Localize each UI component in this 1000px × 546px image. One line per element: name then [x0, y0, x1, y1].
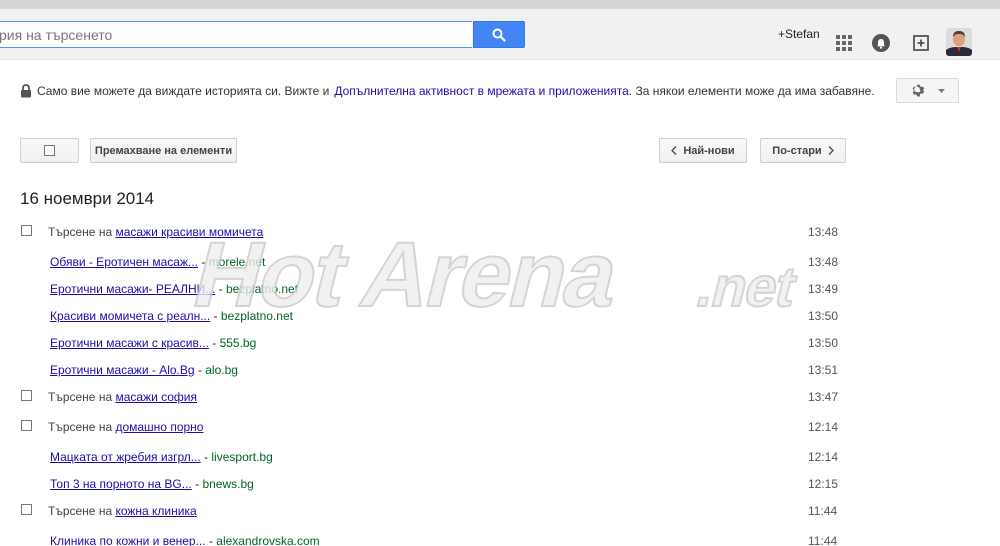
- search-box[interactable]: [0, 21, 472, 48]
- checkbox[interactable]: [44, 145, 55, 156]
- date-heading: 16 ноември 2014: [20, 189, 155, 208]
- history-result-row: Еротични масажи с красив... - 555.bg 13:…: [0, 333, 840, 353]
- result-title-link[interactable]: Мацката от жребия изгрл...: [50, 450, 201, 464]
- time-label: 12:15: [808, 477, 839, 491]
- history-result-row: Еротични масажи- РЕАЛНИ... - bezplatno.n…: [0, 279, 840, 299]
- result-domain: livesport.bg: [211, 450, 273, 464]
- result-domain: bezplatno.net: [220, 309, 293, 323]
- result-title-link[interactable]: Клиника по кожни и венер...: [50, 534, 206, 546]
- history-result-row: Красиви момичета с реалн... - bezplatno.…: [0, 306, 840, 326]
- settings-button[interactable]: [896, 78, 959, 103]
- newer-label: Най-нови: [683, 144, 735, 157]
- query-link[interactable]: масажи красиви момичета: [115, 225, 263, 239]
- result-title-link[interactable]: Топ 3 на порното на BG...: [50, 477, 192, 491]
- query-link[interactable]: масажи софия: [115, 390, 197, 404]
- result-domain: 555.bg: [219, 336, 257, 350]
- notifications-icon[interactable]: [872, 34, 890, 52]
- time-label: 12:14: [808, 420, 839, 434]
- time-label: 13:50: [808, 336, 839, 350]
- query-text: Търсене на масажи красиви момичета: [48, 225, 264, 239]
- row-checkbox[interactable]: [21, 225, 32, 236]
- query-link[interactable]: домашно порно: [115, 420, 203, 434]
- result-domain: morele.net: [208, 255, 266, 269]
- time-label: 13:48: [808, 255, 839, 269]
- query-text: Търсене на масажи софия: [48, 390, 197, 404]
- result-entry: Еротични масажи - Alo.Bg - alo.bg: [50, 363, 238, 377]
- user-profile-link[interactable]: +Stefan: [778, 27, 820, 41]
- result-entry: Топ 3 на порното на BG... - bnews.bg: [50, 477, 254, 491]
- result-title-link[interactable]: Еротични масажи- РЕАЛНИ...: [50, 282, 215, 296]
- web-app-activity-link[interactable]: Допълнителна активност в мрежата и прило…: [334, 84, 628, 98]
- history-result-row: Мацката от жребия изгрл... - livesport.b…: [0, 447, 840, 467]
- notice-text-end: . За някои елементи може да има забавяне…: [628, 84, 875, 98]
- search-icon: [492, 28, 506, 42]
- older-button[interactable]: По-стари: [760, 138, 846, 163]
- result-title-link[interactable]: Еротични масажи - Alo.Bg: [50, 363, 195, 377]
- row-checkbox[interactable]: [21, 504, 32, 515]
- result-entry: Обяви - Еротичен масаж... - morele.net: [50, 255, 266, 269]
- notice-text: Само вие можете да виждате историята си.…: [37, 84, 330, 98]
- share-plus-icon[interactable]: [912, 34, 930, 52]
- time-label: 13:50: [808, 309, 839, 323]
- history-result-row: Обяви - Еротичен масаж... - morele.net 1…: [0, 252, 840, 272]
- result-entry: Еротични масажи с красив... - 555.bg: [50, 336, 257, 350]
- result-domain: bezplatno.net: [225, 282, 299, 296]
- apps-grid-icon[interactable]: [836, 35, 852, 51]
- result-domain: alexandrovska.com: [216, 534, 320, 546]
- time-label: 11:44: [808, 504, 838, 518]
- time-label: 13:51: [808, 363, 839, 377]
- row-checkbox[interactable]: [21, 390, 32, 401]
- result-entry: Еротични масажи- РЕАЛНИ... - bezplatno.n…: [50, 282, 299, 296]
- chevron-right-icon: [828, 146, 834, 155]
- result-entry: Клиника по кожни и венер... - alexandrov…: [50, 534, 320, 546]
- history-query-row: Търсене на кожна клиника 11:44: [0, 501, 840, 521]
- privacy-notice: Само вие можете да виждате историята си.…: [20, 84, 875, 98]
- query-text: Търсене на кожна клиника: [48, 504, 197, 518]
- avatar[interactable]: [946, 28, 972, 56]
- history-query-row: Търсене на домашно порно 12:14: [0, 417, 840, 437]
- search-input[interactable]: [0, 22, 472, 47]
- result-title-link[interactable]: Красиви момичета с реалн...: [50, 309, 210, 323]
- chevron-down-icon: [937, 88, 945, 93]
- history-query-row: Търсене на масажи софия 13:47: [0, 387, 840, 407]
- history-result-row: Еротични масажи - Alo.Bg - alo.bg 13:51: [0, 360, 840, 380]
- top-bar: +Stefan: [0, 0, 1000, 60]
- remove-items-button[interactable]: Премахване на елементи: [90, 138, 237, 163]
- newer-button[interactable]: Най-нови: [659, 138, 747, 163]
- history-result-row: Клиника по кожни и венер... - alexandrov…: [0, 531, 840, 546]
- select-all-checkbox[interactable]: [20, 138, 79, 163]
- time-label: 13:47: [808, 390, 839, 404]
- time-label: 11:44: [808, 534, 838, 546]
- result-entry: Красиви момичета с реалн... - bezplatno.…: [50, 309, 293, 323]
- lock-icon: [21, 84, 31, 98]
- history-query-row: Търсене на масажи красиви момичета 13:48: [0, 222, 840, 242]
- gear-icon: [912, 84, 924, 97]
- result-entry: Мацката от жребия изгрл... - livesport.b…: [50, 450, 273, 464]
- result-domain: alo.bg: [205, 363, 238, 377]
- chevron-left-icon: [671, 146, 677, 155]
- result-domain: bnews.bg: [202, 477, 254, 491]
- query-text: Търсене на домашно порно: [48, 420, 204, 434]
- older-label: По-стари: [772, 144, 822, 157]
- row-checkbox[interactable]: [21, 420, 32, 431]
- query-link[interactable]: кожна клиника: [115, 504, 196, 518]
- search-button[interactable]: [473, 21, 525, 48]
- result-title-link[interactable]: Обяви - Еротичен масаж...: [50, 255, 198, 269]
- history-result-row: Топ 3 на порното на BG... - bnews.bg 12:…: [0, 474, 840, 494]
- time-label: 13:49: [808, 282, 839, 296]
- time-label: 13:48: [808, 225, 839, 239]
- result-title-link[interactable]: Еротични масажи с красив...: [50, 336, 209, 350]
- time-label: 12:14: [808, 450, 839, 464]
